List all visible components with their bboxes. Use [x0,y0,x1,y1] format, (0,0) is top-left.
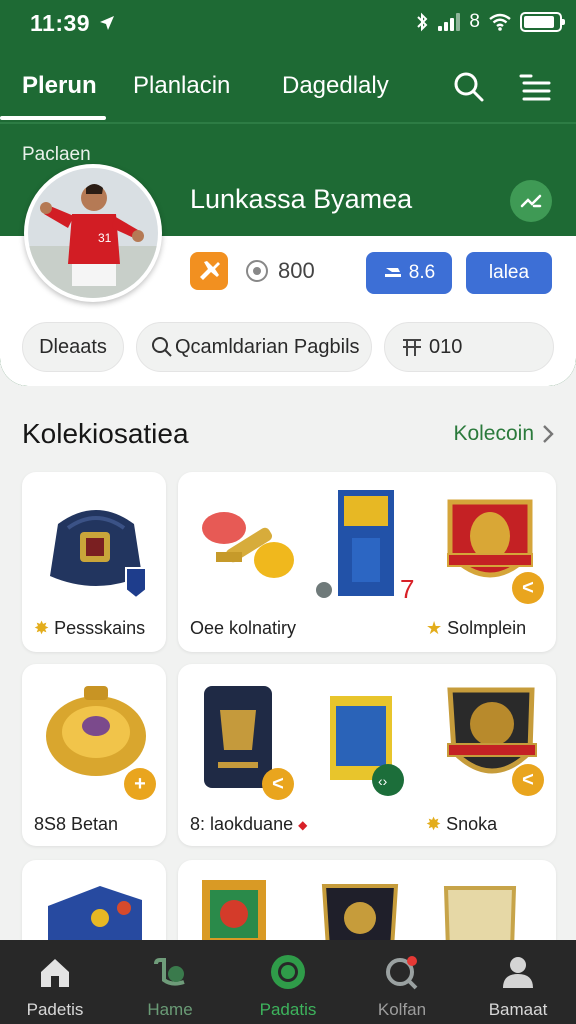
collection-card-wide[interactable]: 7 < Oee kolnatiry ★ Solmplein [178,472,556,652]
avatar[interactable]: 31 [24,164,162,302]
bluetooth-icon [417,12,428,32]
collection-card[interactable]: + 8S8 Betan [22,664,166,846]
chip-dleaats[interactable]: Dleaats [22,322,124,372]
search-icon [152,337,172,357]
nav-item-bamaat[interactable]: Bamaat [468,940,568,1024]
rank-badge [190,252,228,290]
nav-item-padatis[interactable]: Padatis [238,940,338,1024]
trend-icon [520,194,542,208]
profile-section-label: Paclaen [22,144,91,165]
secondary-button-label: lalea [488,262,530,283]
signal-icon [438,13,461,31]
diamond-icon: ◆ [298,817,308,832]
search-notification-icon [386,956,418,990]
card-label: Oee kolnatiry [190,618,297,638]
star-icon: ✸ [34,618,50,638]
card-label: ✸ Snoka [426,814,498,834]
pack-icon: ‹› [330,696,404,796]
nav-item-kolfan[interactable]: Kolfan [352,940,452,1024]
status-icons: 8 [415,10,565,34]
collection-link-label: Kolecoin [453,422,534,445]
card-box-icon: 7 [316,490,414,604]
coin-icon [246,260,268,282]
pack-icon [202,880,266,946]
trend-badge[interactable] [510,180,552,222]
ticket-icon [384,268,401,277]
home-icon [41,959,69,987]
action-button-label: 8.6 [408,262,436,283]
active-tab-indicator [0,116,106,120]
add-icon[interactable]: < [512,764,544,796]
battery-icon [520,12,565,32]
coin-count: 800 [278,258,315,283]
trophy-icon [202,512,294,578]
svg-text:31: 31 [98,231,112,245]
card-label: ✸ Pessskains [34,618,146,638]
network-label: 8 [469,11,480,32]
star-icon: ✸ [426,814,442,834]
menu-icon[interactable] [518,70,552,104]
collection-title: Kolekiosatiea [22,418,189,449]
tab-planlacin[interactable]: Planlacin [133,72,230,100]
top-tabs: Plerun Planlacin Dagedlaly [0,64,576,122]
ring-icon [271,955,305,989]
status-time: 11:39 [30,10,91,36]
emblem-icon [321,884,399,948]
add-icon[interactable]: + [124,768,156,800]
collection-card[interactable]: ✸ Pessskains [22,472,166,652]
profile-icon [503,957,533,988]
box-icon [48,886,142,948]
location-arrow-icon [100,16,114,30]
chevron-right-icon [543,425,554,443]
collection-card-wide[interactable]: < ‹› < 8: laokduane ◆ ✸ Snoka [178,664,556,846]
chip-count[interactable]: 010 [384,322,554,372]
chip-label: 010 [429,335,463,358]
bag-icon [50,510,147,600]
collection-link[interactable]: Kolecoin [453,422,554,446]
star-icon: ★ [426,618,443,638]
profile-name: Lunkassa Byamea [190,184,413,214]
add-icon[interactable]: < [262,768,294,800]
secondary-button[interactable]: lalea [466,252,552,294]
nav-item-padetis[interactable]: Padetis [5,940,105,1024]
card-label: ★ Solmplein [426,618,527,638]
card-label: 8S8 Betan [34,814,119,834]
svg-text:‹›: ‹› [378,773,388,789]
tab-plerun[interactable]: Plerun [22,72,97,100]
chip-label: Qcamldarian Pagbils [175,335,360,358]
chip-search[interactable]: Qcamldarian Pagbils [136,322,372,372]
add-icon[interactable]: < [512,572,544,604]
tab-dagedlaly[interactable]: Dagedlaly [282,72,389,100]
chip-label: Dleaats [39,335,107,358]
controller-icon [154,958,185,986]
plane-icon [200,261,220,280]
status-bar: 11:39 8 [0,0,576,46]
profile-card: Paclaen 31 Lunkassa Byamea 800 8.6 lalea… [0,124,576,386]
action-button[interactable]: 8.6 [366,252,452,294]
nav-item-hame[interactable]: Hame [120,940,220,1024]
search-icon[interactable] [452,70,486,104]
svg-text:7: 7 [400,574,414,604]
grid-icon [403,339,421,356]
card-label: 8: laokduane ◆ [190,814,308,834]
wifi-icon [489,13,511,31]
player-photo: 31 [28,168,158,298]
bottom-nav: Padetis Hame Padatis Kolfan Bamaat [0,940,576,1024]
